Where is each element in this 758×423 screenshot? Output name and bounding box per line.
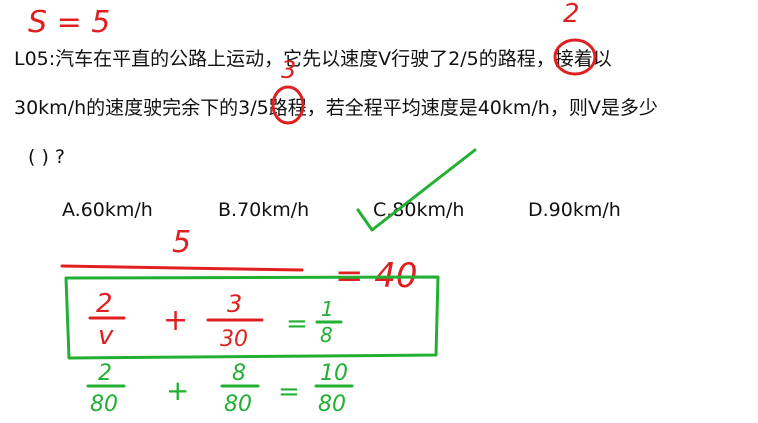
fraction-bar-main bbox=[60, 264, 304, 272]
bottom-equals: = bbox=[278, 377, 300, 407]
bottom-fraction-2-numerator: 8 bbox=[232, 361, 246, 386]
box-fraction-2-denominator: 30 bbox=[220, 327, 248, 352]
option-b[interactable]: B.70km/h bbox=[218, 199, 309, 221]
box-fraction-2-numerator: 3 bbox=[227, 290, 242, 318]
annotation-equals-40: = 40 bbox=[335, 256, 418, 296]
option-d[interactable]: D.90km/h bbox=[528, 199, 621, 221]
annotation-s-equals-5: S = 5 bbox=[28, 5, 110, 40]
box-fraction-1-denominator: v bbox=[98, 321, 114, 351]
box-result-denominator: 8 bbox=[320, 323, 333, 347]
bottom-result-numerator: 10 bbox=[320, 361, 348, 386]
bottom-fraction-1-denominator: 80 bbox=[90, 392, 118, 417]
option-c[interactable]: C.80km/h bbox=[373, 199, 464, 221]
bottom-fraction-1-numerator: 2 bbox=[98, 361, 112, 386]
question-line-2: 30km/h的速度驶完余下的3/5路程，若全程平均速度是40km/h，则V是多少 bbox=[14, 97, 658, 119]
question-line-1: L05:汽车在平直的公路上运动，它先以速度V行驶了2/5的路程，接着以 bbox=[14, 48, 612, 70]
box-plus: + bbox=[163, 303, 188, 338]
annotation-2-above: 2 bbox=[563, 0, 580, 29]
box-fraction-1-numerator: 2 bbox=[96, 289, 113, 319]
box-result-numerator: 1 bbox=[321, 297, 334, 321]
question-blank: ( ) ? bbox=[28, 146, 65, 168]
annotation-numerator-5: 5 bbox=[172, 225, 191, 260]
bottom-result-denominator: 80 bbox=[318, 392, 346, 417]
bottom-fraction-2-denominator: 80 bbox=[224, 392, 252, 417]
green-box bbox=[64, 275, 440, 360]
option-a[interactable]: A.60km/h bbox=[62, 199, 153, 221]
bottom-plus: + bbox=[166, 374, 189, 407]
box-equals: = bbox=[286, 309, 308, 339]
